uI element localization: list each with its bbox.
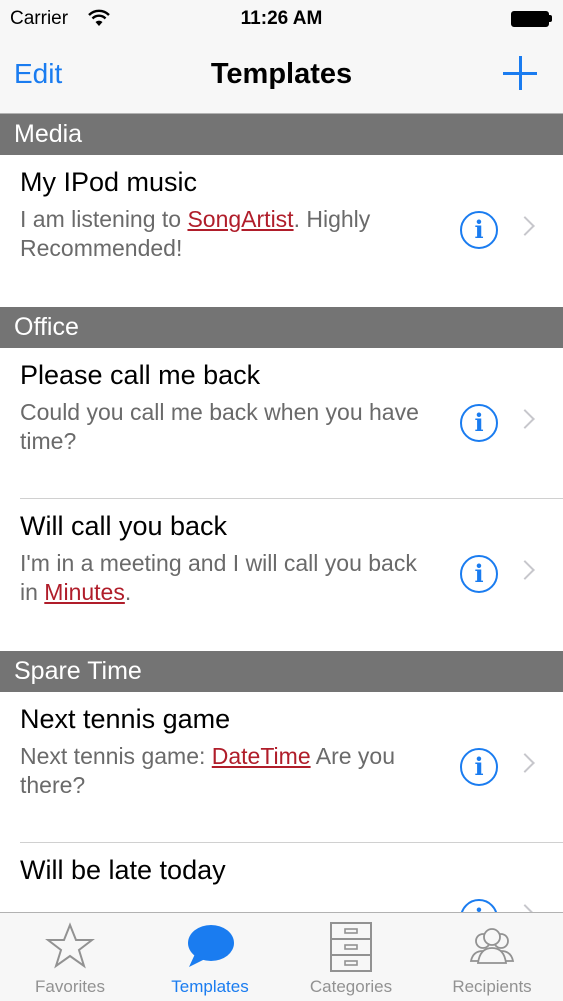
template-detail: I am listening to SongArtist. Highly Rec… xyxy=(20,206,371,261)
cabinet-icon xyxy=(330,922,372,972)
info-icon[interactable]: i xyxy=(460,899,498,912)
info-icon[interactable]: i xyxy=(460,211,498,249)
template-title: Will be late today xyxy=(20,855,226,885)
template-title: Will call you back xyxy=(20,511,228,541)
placeholder-token: DateTime xyxy=(211,743,311,769)
template-title: Next tennis game xyxy=(20,704,231,734)
template-detail: Could you call me back when you have tim… xyxy=(20,399,419,454)
templates-list[interactable]: Media My IPod music I am listening to So… xyxy=(0,114,563,912)
star-icon xyxy=(45,922,95,969)
tab-categories[interactable]: Categories xyxy=(281,913,421,1001)
tab-recipients[interactable]: Recipients xyxy=(422,913,562,1001)
chevron-right-icon xyxy=(515,753,535,773)
status-time: 11:26 AM xyxy=(240,8,323,29)
info-icon[interactable]: i xyxy=(460,404,498,442)
people-icon xyxy=(469,928,515,964)
speech-bubble-icon xyxy=(188,925,234,967)
section-header-spare-time: Spare Time xyxy=(0,651,563,692)
battery-icon xyxy=(511,11,553,27)
placeholder-token: Minutes xyxy=(44,579,125,605)
info-icon[interactable]: i xyxy=(460,555,498,593)
template-row[interactable]: Next tennis game Next tennis game: DateT… xyxy=(0,692,563,843)
chevron-right-icon xyxy=(515,409,535,429)
chevron-right-icon xyxy=(515,216,535,236)
tab-label: Favorites xyxy=(35,977,105,996)
tab-templates[interactable]: Templates xyxy=(140,913,280,1001)
chevron-right-icon xyxy=(515,904,535,912)
status-bar: Carrier 11:26 AM xyxy=(0,0,563,38)
section-header-media: Media xyxy=(0,114,563,155)
navigation-bar: Edit Templates xyxy=(0,38,563,114)
page-title: Templates xyxy=(210,58,353,90)
tab-label: Categories xyxy=(309,977,393,996)
template-title: Please call me back xyxy=(20,360,261,390)
add-icon[interactable] xyxy=(503,56,537,90)
placeholder-token: SongArtist xyxy=(187,206,294,232)
tab-label: Templates xyxy=(171,977,249,996)
tab-favorites[interactable]: Favorites xyxy=(0,913,140,1001)
info-icon[interactable]: i xyxy=(460,748,498,786)
template-detail: I'm in a meeting and I will call you bac… xyxy=(20,550,417,605)
tab-bar: Favorites Templates Categories Recipient… xyxy=(0,912,563,1001)
template-title: My IPod music xyxy=(20,167,198,197)
chevron-right-icon xyxy=(515,560,535,580)
template-row[interactable]: Please call me back Could you call me ba… xyxy=(0,348,563,499)
template-detail: Next tennis game: DateTime Are you there… xyxy=(20,743,395,798)
template-row[interactable]: Will call you back I'm in a meeting and … xyxy=(0,499,563,651)
tab-label: Recipients xyxy=(452,977,532,996)
section-header-office: Office xyxy=(0,307,563,348)
template-row[interactable]: Will be late today i xyxy=(0,843,563,912)
template-row[interactable]: My IPod music I am listening to SongArti… xyxy=(0,155,563,307)
